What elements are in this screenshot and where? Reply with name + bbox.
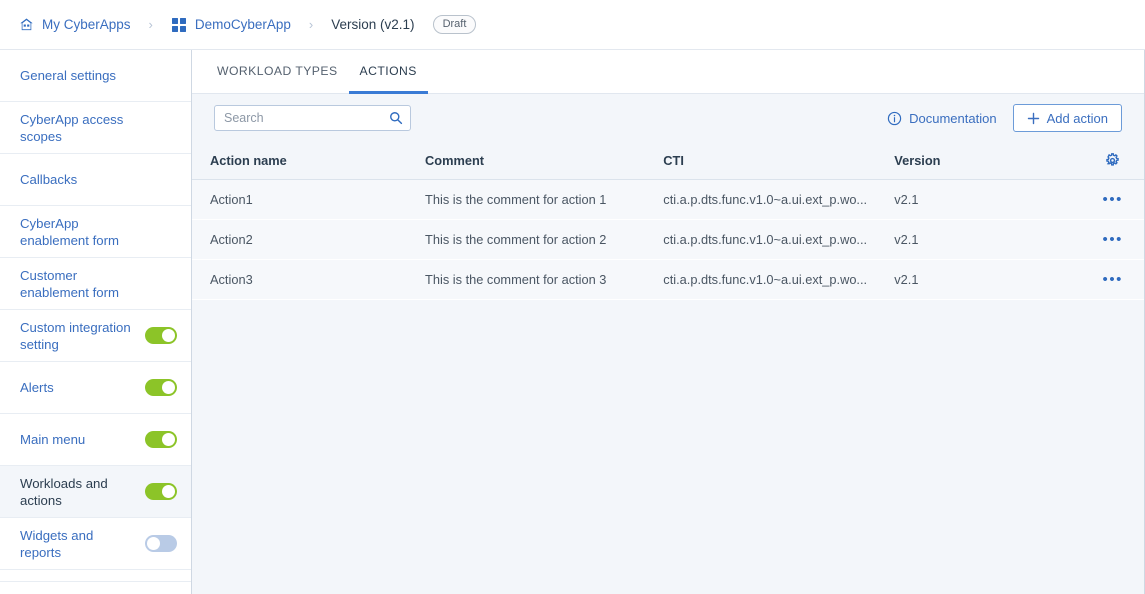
sidebar-item-customer-enablement-form[interactable]: Customer enablement form: [0, 258, 191, 310]
sidebar-item-widgets-and-reports[interactable]: Widgets and reports: [0, 518, 191, 570]
breadcrumb-label-democyberapp: DemoCyberApp: [194, 17, 291, 32]
tab-label: WORKLOAD TYPES: [217, 63, 338, 78]
toolbar-actions: Documentation Add action: [887, 104, 1122, 132]
sidebar-item-alerts[interactable]: Alerts: [0, 362, 191, 414]
sidebar-item-main-menu[interactable]: Main menu: [0, 414, 191, 466]
actions-table-container: Action name Comment CTI Version Action1 …: [192, 142, 1144, 594]
sidebar-toggle-custom-integration-setting[interactable]: [145, 327, 177, 344]
column-header-settings: [1081, 142, 1144, 181]
sidebar-item-label: Widgets and reports: [20, 527, 94, 560]
cell-action-name: Action3: [192, 259, 426, 301]
table-body: Action1 This is the comment for action 1…: [192, 179, 1144, 301]
row-menu-icon[interactable]: •••: [1102, 232, 1123, 247]
cell-action-name: Action2: [192, 219, 426, 261]
breadcrumb-separator-2: ›: [308, 17, 314, 32]
sidebar-item-label: General settings: [20, 68, 117, 83]
table-row[interactable]: Action1 This is the comment for action 1…: [192, 179, 1144, 221]
tab-workload-types[interactable]: WORKLOAD TYPES: [206, 50, 349, 94]
sidebar-item-cyberapp-access-scopes[interactable]: CyberApp access scopes: [0, 102, 191, 154]
table-row[interactable]: Action2 This is the comment for action 2…: [192, 219, 1144, 261]
cell-cti: cti.a.p.dts.func.v1.0~a.ui.ext_p.wo...: [663, 179, 895, 221]
breadcrumb-item-democyberapp[interactable]: DemoCyberApp: [171, 17, 291, 33]
table-row[interactable]: Action3 This is the comment for action 3…: [192, 259, 1144, 301]
sidebar-toggle-alerts[interactable]: [145, 379, 177, 396]
row-menu-icon[interactable]: •••: [1102, 272, 1123, 287]
column-header-version[interactable]: Version: [894, 142, 1082, 181]
column-header-action-name[interactable]: Action name: [192, 142, 426, 181]
cell-action-name: Action1: [192, 179, 426, 221]
column-header-comment[interactable]: Comment: [425, 142, 664, 181]
status-badge: Draft: [432, 14, 477, 35]
sidebar-toggle-main-menu[interactable]: [145, 431, 177, 448]
sidebar-item-custom-integration-setting[interactable]: Custom integration setting: [0, 310, 191, 362]
cell-cti: cti.a.p.dts.func.v1.0~a.ui.ext_p.wo...: [663, 259, 895, 301]
body: General settings CyberApp access scopes …: [0, 50, 1145, 594]
cell-row-actions: •••: [1081, 259, 1144, 301]
search-box[interactable]: [214, 105, 411, 131]
gear-icon[interactable]: [1105, 153, 1120, 168]
sidebar-item-label: Alerts: [20, 380, 54, 395]
column-header-cti[interactable]: CTI: [663, 142, 895, 181]
breadcrumb: My CyberApps › DemoCyberApp › Version (v…: [0, 0, 1145, 50]
cell-comment: This is the comment for action 1: [425, 179, 664, 221]
breadcrumb-item-version: Version (v2.1) Draft: [331, 14, 477, 35]
add-action-label: Add action: [1046, 110, 1108, 126]
sidebar-item-label: Main menu: [20, 432, 86, 447]
toolbar: Documentation Add action: [192, 94, 1144, 142]
sidebar-item-general-settings[interactable]: General settings: [0, 50, 191, 102]
cell-row-actions: •••: [1081, 219, 1144, 261]
breadcrumb-label-my-cyberapps: My CyberApps: [42, 17, 131, 32]
table-header-row: Action name Comment CTI Version: [192, 142, 1144, 181]
breadcrumb-label-version: Version (v2.1): [331, 17, 415, 32]
sidebar-item-callbacks[interactable]: Callbacks: [0, 154, 191, 206]
row-menu-icon[interactable]: •••: [1102, 192, 1123, 207]
sidebar-toggle-widgets-and-reports[interactable]: [145, 535, 177, 552]
actions-table: Action name Comment CTI Version Action1 …: [192, 142, 1144, 301]
cell-version: v2.1: [894, 219, 1082, 261]
sidebar-item-label: CyberApp enablement form: [20, 215, 119, 248]
cell-version: v2.1: [894, 179, 1082, 221]
cell-version: v2.1: [894, 259, 1082, 301]
sidebar-item-label: CyberApp access scopes: [20, 111, 124, 144]
tab-bar: WORKLOAD TYPES ACTIONS: [192, 50, 1144, 94]
home-icon: [18, 17, 34, 33]
breadcrumb-separator-1: ›: [148, 17, 153, 32]
sidebar-spacer: [0, 570, 191, 582]
sidebar-item-workloads-and-actions[interactable]: Workloads and actions: [0, 466, 191, 518]
documentation-link[interactable]: Documentation: [887, 110, 997, 126]
cell-comment: This is the comment for action 2: [425, 219, 664, 261]
cell-cti: cti.a.p.dts.func.v1.0~a.ui.ext_p.wo...: [663, 219, 895, 261]
sidebar-item-label: Callbacks: [20, 172, 78, 187]
sidebar-item-label: Custom integration setting: [20, 319, 131, 352]
documentation-label: Documentation: [909, 110, 997, 126]
sidebar-item-label: Customer enablement form: [20, 267, 119, 300]
tab-label: ACTIONS: [359, 63, 417, 78]
main-panel: WORKLOAD TYPES ACTIONS Search Documentat…: [192, 50, 1145, 594]
sidebar-toggle-workloads-and-actions[interactable]: [145, 483, 177, 500]
sidebar-footer: [0, 582, 191, 594]
grid-icon: [171, 17, 187, 33]
table-head: Action name Comment CTI Version: [192, 142, 1144, 181]
cell-comment: This is the comment for action 3: [425, 259, 664, 301]
search-input[interactable]: [224, 111, 389, 125]
breadcrumb-item-my-cyberapps[interactable]: My CyberApps: [18, 17, 131, 33]
sidebar: General settings CyberApp access scopes …: [0, 50, 192, 594]
app-root: My CyberApps › DemoCyberApp › Version (v…: [0, 0, 1145, 594]
sidebar-item-cyberapp-enablement-form[interactable]: CyberApp enablement form: [0, 206, 191, 258]
info-circle-icon: [887, 111, 902, 126]
plus-icon: [1027, 112, 1040, 125]
tab-actions[interactable]: ACTIONS: [348, 50, 428, 94]
sidebar-item-label: Workloads and actions: [20, 475, 108, 508]
cell-row-actions: •••: [1081, 179, 1144, 221]
search-icon[interactable]: [389, 111, 403, 125]
add-action-button[interactable]: Add action: [1012, 104, 1122, 132]
